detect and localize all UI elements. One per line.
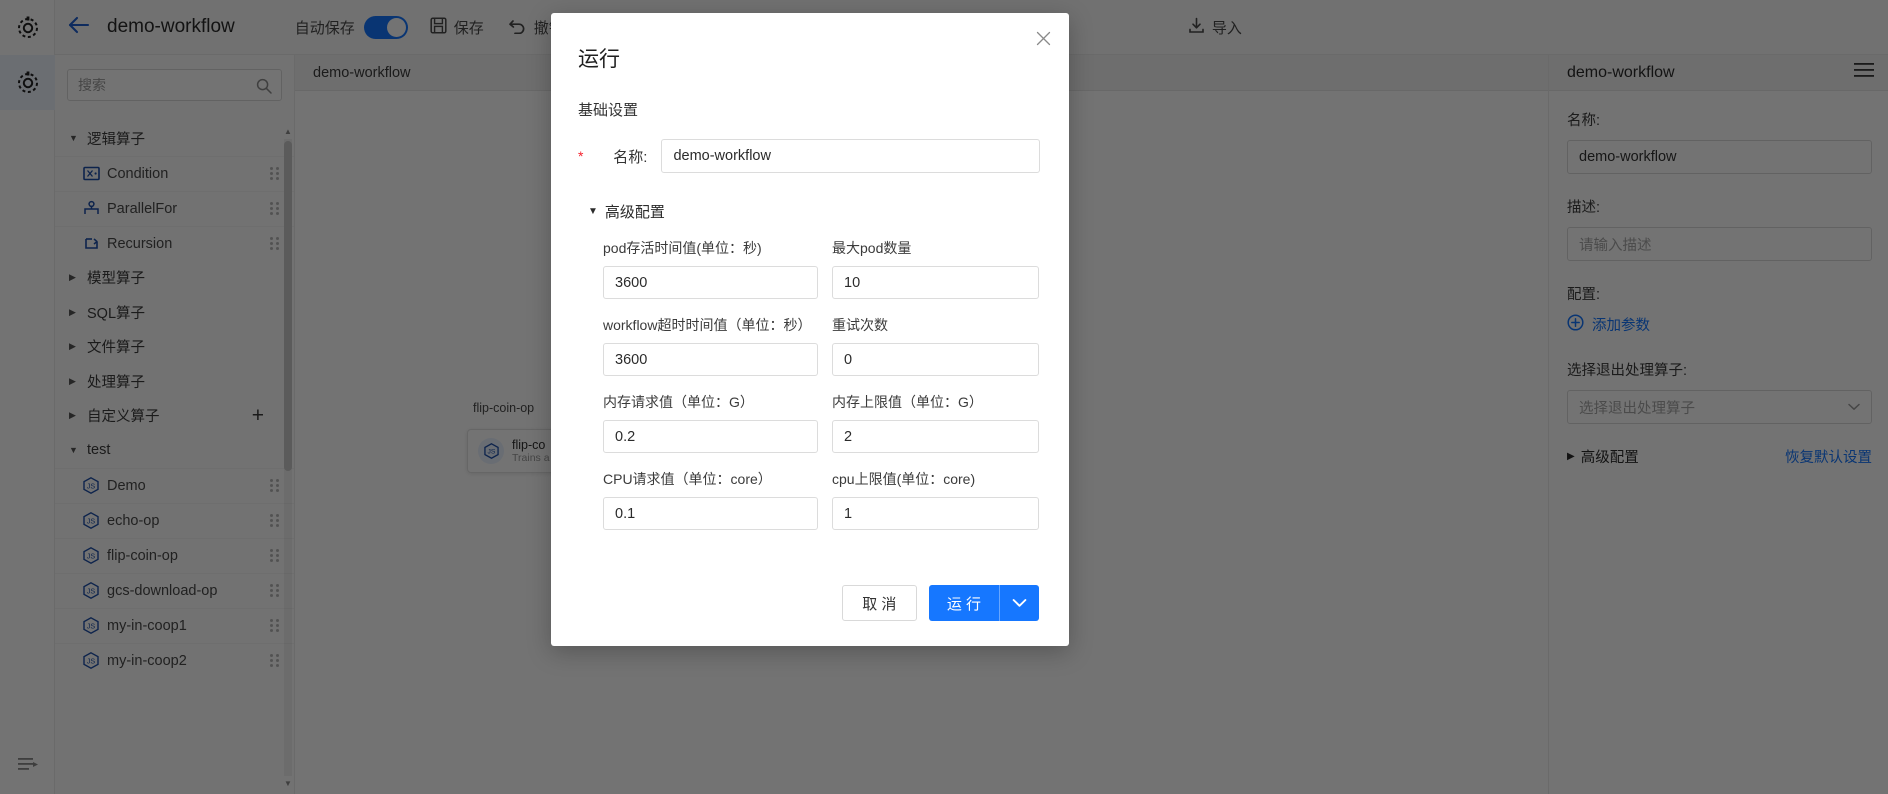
- cpu-limit-input[interactable]: 1: [832, 497, 1039, 530]
- retry-count-input[interactable]: 0: [832, 343, 1039, 376]
- field-memory-limit: 内存上限值（单位：G） 2: [832, 392, 1039, 453]
- workflow-timeout-input[interactable]: 3600: [603, 343, 818, 376]
- field-memory-request: 内存请求值（单位：G） 0.2: [603, 392, 818, 453]
- advanced-config-toggle[interactable]: ▼ 高级配置: [551, 173, 1069, 222]
- chevron-down-icon: ▼: [588, 206, 598, 217]
- field-cpu-request: CPU请求值（单位：core） 0.1: [603, 469, 818, 530]
- field-label: pod存活时间值(单位：秒): [603, 240, 762, 256]
- memory-request-input[interactable]: 0.2: [603, 420, 818, 453]
- advanced-fields-grid: pod存活时间值(单位：秒) 3600 最大pod数量 10 workflow超…: [551, 222, 1069, 530]
- chevron-down-icon: [1012, 596, 1027, 611]
- max-pod-count-input[interactable]: 10: [832, 266, 1039, 299]
- pod-ttl-input[interactable]: 3600: [603, 266, 818, 299]
- required-marker: *: [578, 148, 584, 164]
- field-pod-ttl: pod存活时间值(单位：秒) 3600: [603, 238, 818, 299]
- cpu-request-input[interactable]: 0.1: [603, 497, 818, 530]
- name-field-row: * 名称: demo-workflow: [551, 139, 1069, 173]
- app-root: demo-workflow 自动保存 保存: [0, 0, 1888, 794]
- close-icon[interactable]: [1032, 27, 1054, 49]
- run-button-group: 运 行: [928, 585, 1039, 621]
- field-workflow-timeout: workflow超时时间值（单位：秒） 3600: [603, 315, 818, 376]
- field-label: CPU请求值（单位：core）: [603, 471, 772, 487]
- field-row-pod-ttl: pod存活时间值(单位：秒) 3600 最大pod数量 10: [603, 238, 1039, 299]
- field-label: 内存请求值（单位：G）: [603, 394, 754, 410]
- field-max-pod-count: 最大pod数量 10: [832, 238, 1039, 299]
- dialog-footer: 取 消 运 行: [551, 560, 1069, 646]
- field-cpu-limit: cpu上限值(单位：core) 1: [832, 469, 1039, 530]
- name-input[interactable]: demo-workflow: [661, 139, 1040, 173]
- field-row-memory: 内存请求值（单位：G） 0.2 内存上限值（单位：G） 2: [603, 392, 1039, 453]
- dialog-title: 运行: [578, 48, 620, 71]
- field-label: cpu上限值(单位：core): [832, 471, 976, 487]
- run-dropdown-button[interactable]: [999, 585, 1039, 621]
- field-label: 最大pod数量: [832, 240, 912, 256]
- run-dialog: 运行 基础设置 * 名称: demo-workflow ▼ 高级配置 pod存活…: [551, 13, 1069, 646]
- run-button[interactable]: 运 行: [928, 585, 999, 621]
- advanced-config-label: 高级配置: [604, 204, 665, 221]
- field-label: 内存上限值（单位：G）: [832, 394, 983, 410]
- field-label: workflow超时时间值（单位：秒）: [603, 317, 812, 333]
- section-basic-settings: 基础设置: [578, 102, 639, 119]
- field-row-cpu: CPU请求值（单位：core） 0.1 cpu上限值(单位：core) 1: [603, 469, 1039, 530]
- field-retry-count: 重试次数 0: [832, 315, 1039, 376]
- cancel-button[interactable]: 取 消: [841, 585, 917, 621]
- field-row-workflow-timeout: workflow超时时间值（单位：秒） 3600 重试次数 0: [603, 315, 1039, 376]
- memory-limit-input[interactable]: 2: [832, 420, 1039, 453]
- field-label: 重试次数: [832, 317, 888, 333]
- name-label: 名称:: [613, 148, 648, 166]
